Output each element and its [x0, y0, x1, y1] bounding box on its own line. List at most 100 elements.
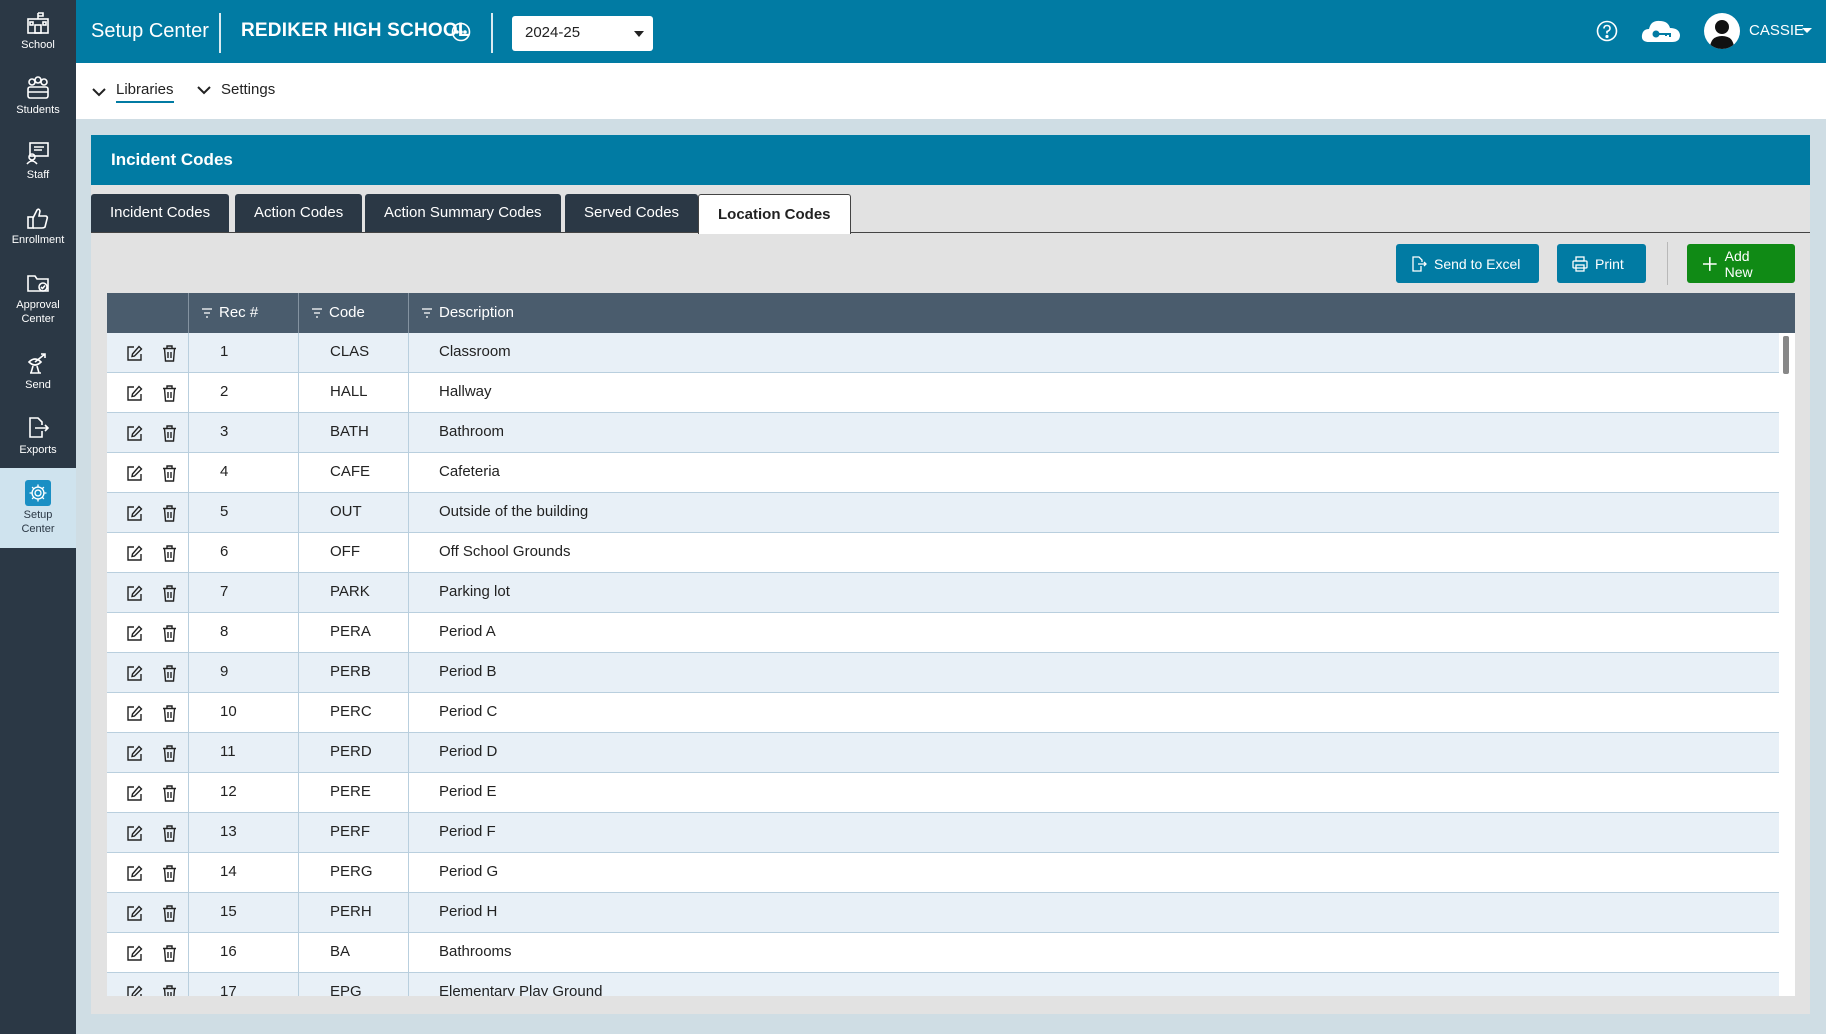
divider [491, 13, 493, 53]
cell-description: Outside of the building [408, 493, 1779, 532]
table-row: 6 OFF Off School Grounds [107, 533, 1779, 573]
column-header-description[interactable]: Description [408, 293, 1795, 333]
sidebar-item-approval-center[interactable]: Approval Center [0, 270, 76, 326]
button-label: Add New [1724, 247, 1753, 280]
panel-title: Incident Codes [91, 135, 1810, 185]
edit-icon[interactable] [126, 745, 143, 762]
cell-rec: 9 [188, 653, 298, 692]
sidebar-item-label: School [21, 39, 55, 51]
trash-icon[interactable] [162, 505, 177, 522]
edit-icon[interactable] [126, 705, 143, 722]
caret-down-icon [634, 31, 644, 37]
trash-icon[interactable] [162, 385, 177, 402]
sidebar-item-send[interactable]: Send [0, 350, 76, 392]
edit-icon[interactable] [126, 425, 143, 442]
cell-description: Bathrooms [408, 933, 1779, 972]
trash-icon[interactable] [162, 825, 177, 842]
column-header-code[interactable]: Code [298, 293, 408, 333]
trash-icon[interactable] [162, 945, 177, 962]
school-year-select[interactable]: 2024-25 [512, 16, 653, 51]
tab-served-codes[interactable]: Served Codes [565, 194, 699, 232]
cloud-key-icon[interactable] [1640, 17, 1682, 45]
tab-action-codes[interactable]: Action Codes [235, 194, 363, 232]
subnav-settings[interactable]: Settings [196, 81, 275, 98]
table-row: 14 PERG Period G [107, 853, 1779, 893]
trash-icon[interactable] [162, 665, 177, 682]
avatar[interactable] [1704, 13, 1740, 49]
cell-code: PERH [298, 893, 408, 932]
plus-icon [1702, 256, 1717, 271]
trash-icon[interactable] [162, 785, 177, 802]
edit-icon[interactable] [126, 985, 143, 996]
cell-code: PARK [298, 573, 408, 612]
help-icon[interactable] [1596, 20, 1618, 42]
edit-icon[interactable] [126, 865, 143, 882]
caret-down-icon[interactable] [1802, 28, 1812, 33]
edit-icon[interactable] [126, 465, 143, 482]
edit-icon[interactable] [126, 545, 143, 562]
edit-icon[interactable] [126, 345, 143, 362]
filter-icon [312, 308, 322, 318]
sidebar-item-school[interactable]: School [0, 10, 76, 52]
edit-icon[interactable] [126, 665, 143, 682]
cell-description: Period C [408, 693, 1779, 732]
trash-icon[interactable] [162, 425, 177, 442]
send-to-excel-button[interactable]: Send to Excel [1396, 244, 1539, 283]
trash-icon[interactable] [162, 585, 177, 602]
edit-icon[interactable] [126, 625, 143, 642]
table-header: Rec # Code Description [107, 293, 1795, 333]
school-name[interactable]: REDIKER HIGH SCHOOL [241, 20, 470, 42]
edit-icon[interactable] [126, 785, 143, 802]
sidebar-item-exports[interactable]: Exports [0, 415, 76, 457]
sidebar-item-staff[interactable]: Staff [0, 140, 76, 182]
trash-icon[interactable] [162, 905, 177, 922]
sidebar-item-enrollment[interactable]: Enrollment [0, 205, 76, 247]
divider [219, 13, 221, 53]
cell-code: CAFE [298, 453, 408, 492]
column-label: Description [439, 304, 515, 321]
sidebar-item-students[interactable]: Students [0, 75, 76, 117]
trash-icon[interactable] [162, 465, 177, 482]
printer-icon [1572, 255, 1588, 272]
thumbs-up-icon [27, 208, 49, 229]
trash-icon[interactable] [162, 625, 177, 642]
trash-icon[interactable] [162, 985, 177, 996]
cell-code: PERD [298, 733, 408, 772]
cell-rec: 8 [188, 613, 298, 652]
column-header-rec[interactable]: Rec # [188, 293, 298, 333]
trash-icon[interactable] [162, 345, 177, 362]
cell-code: OUT [298, 493, 408, 532]
app-title: Setup Center [91, 20, 209, 42]
edit-icon[interactable] [126, 585, 143, 602]
user-name[interactable]: CASSIE [1749, 22, 1804, 39]
edit-icon[interactable] [126, 945, 143, 962]
table-row: 4 CAFE Cafeteria [107, 453, 1779, 493]
trash-icon[interactable] [162, 705, 177, 722]
sidebar-item-setup-center[interactable]: Setup Center [0, 468, 76, 548]
more-options-icon[interactable] [451, 22, 471, 42]
trash-icon[interactable] [162, 545, 177, 562]
edit-icon[interactable] [126, 905, 143, 922]
sub-navigation: Libraries Settings [76, 63, 1826, 119]
cell-description: Period B [408, 653, 1779, 692]
filter-icon [202, 308, 212, 318]
edit-icon[interactable] [126, 825, 143, 842]
edit-icon[interactable] [126, 385, 143, 402]
tab-action-summary-codes[interactable]: Action Summary Codes [365, 194, 561, 232]
edit-icon[interactable] [126, 505, 143, 522]
cell-rec: 5 [188, 493, 298, 532]
print-button[interactable]: Print [1557, 244, 1646, 283]
vertical-scrollbar[interactable] [1783, 336, 1789, 374]
filter-icon [422, 308, 432, 318]
subnav-libraries[interactable]: Libraries [91, 81, 174, 103]
cell-description: Period F [408, 813, 1779, 852]
tab-location-codes[interactable]: Location Codes [698, 194, 851, 234]
cell-code: BATH [298, 413, 408, 452]
tab-incident-codes[interactable]: Incident Codes [91, 194, 230, 232]
cell-code: CLAS [298, 333, 408, 372]
trash-icon[interactable] [162, 745, 177, 762]
add-new-button[interactable]: Add New [1687, 244, 1795, 283]
send-icon [27, 353, 46, 374]
table-row: 16 BA Bathrooms [107, 933, 1779, 973]
trash-icon[interactable] [162, 865, 177, 882]
